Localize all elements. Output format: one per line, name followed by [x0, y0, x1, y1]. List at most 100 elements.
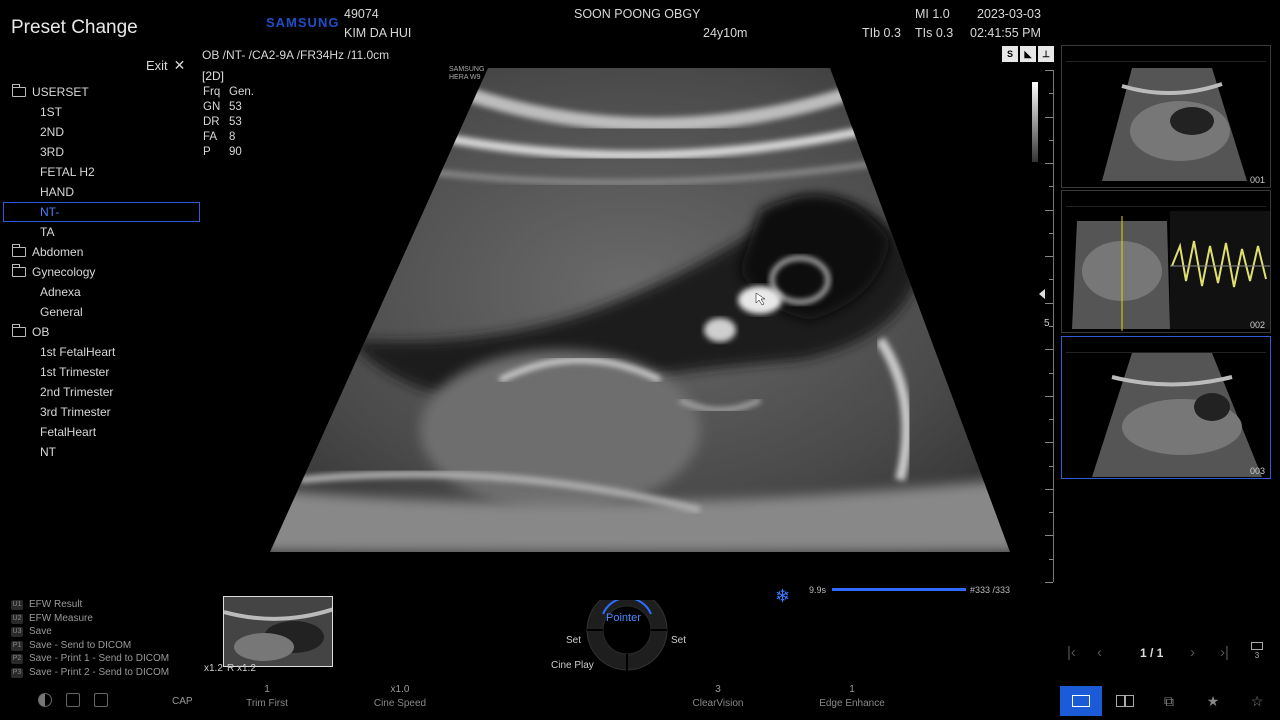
- preset-item[interactable]: 3RD: [0, 142, 200, 162]
- set-right-button[interactable]: Set: [671, 635, 686, 646]
- preset-item[interactable]: 1st FetalHeart: [0, 342, 200, 362]
- brightness-icon[interactable]: [38, 693, 52, 707]
- softkey-trim-first[interactable]: 1 Trim First: [222, 684, 312, 709]
- depth-tick: [1045, 163, 1053, 165]
- image-thumbnail[interactable]: 001: [1061, 45, 1271, 188]
- preset-label: HAND: [40, 185, 75, 199]
- depth-tick: [1049, 512, 1053, 514]
- softkey-value: 1: [264, 684, 270, 695]
- set-left-button[interactable]: Set: [566, 635, 581, 646]
- preset-item[interactable]: NT: [0, 442, 200, 462]
- thumbnail-header: [1066, 193, 1266, 207]
- first-page-icon[interactable]: |‹: [1067, 644, 1076, 661]
- exam-time: 02:41:55 PM: [970, 26, 1041, 40]
- preset-item[interactable]: FetalHeart: [0, 422, 200, 442]
- compare-button[interactable]: ⧉: [1148, 686, 1190, 716]
- dual-layout-icon: [1116, 695, 1134, 707]
- depth-tick: [1049, 139, 1053, 141]
- dual-layout-button[interactable]: [1104, 686, 1146, 716]
- shortcut-key: U3: [11, 627, 23, 637]
- probe-orientation-icon[interactable]: ◣: [1020, 46, 1036, 62]
- sonohar-icon[interactable]: S: [1002, 46, 1018, 62]
- next-page-icon[interactable]: ›: [1190, 644, 1195, 661]
- cine-progress-bar[interactable]: [832, 588, 966, 591]
- preset-folder[interactable]: Abdomen: [0, 242, 200, 262]
- network-icon[interactable]: [94, 693, 108, 707]
- preset-label: 2ND: [40, 125, 65, 139]
- shortcut-label: Save - Print 1 - Send to DICOM: [29, 653, 170, 664]
- preset-item[interactable]: HAND: [0, 182, 200, 202]
- patient-id: 49074: [344, 7, 379, 21]
- image-thumbnail[interactable]: 002: [1061, 190, 1271, 333]
- depth-tick: [1049, 372, 1053, 374]
- image-thumbnail[interactable]: 003: [1061, 336, 1271, 479]
- marker-icon[interactable]: ⊥: [1038, 46, 1054, 62]
- thumbnail-image: [1102, 68, 1247, 181]
- zoom-preview[interactable]: [223, 596, 333, 667]
- preset-folder[interactable]: Gynecology: [0, 262, 200, 282]
- shortcut-item: U3 Save: [11, 626, 169, 640]
- softkey-label: ClearVision: [692, 698, 744, 709]
- depth-tick: [1045, 209, 1053, 211]
- prev-page-icon[interactable]: ‹: [1097, 644, 1102, 661]
- softkey-label: Cine Speed: [373, 698, 427, 709]
- softkey-value: x1.0: [390, 684, 410, 695]
- single-layout-button[interactable]: [1060, 686, 1102, 716]
- softkey-edge-enhance[interactable]: 1 Edge Enhance: [807, 684, 897, 709]
- parameter-key: P: [203, 146, 211, 158]
- preset-item[interactable]: 1ST: [0, 102, 200, 122]
- shortcut-key: P3: [11, 667, 23, 678]
- exit-button[interactable]: Exit ✕: [146, 57, 185, 74]
- collapse-thumbnails-icon[interactable]: [1039, 289, 1045, 299]
- preset-panel: Preset Change Exit ✕ USERSET 1ST 2ND 3RD FETA…: [0, 0, 200, 720]
- image-count-icon[interactable]: 3: [1251, 642, 1263, 660]
- compare-icon: ⧉: [1164, 692, 1174, 709]
- preset-item[interactable]: TA: [0, 222, 200, 242]
- softkey-value: 3: [715, 684, 721, 695]
- preset-item[interactable]: 1st Trimester: [0, 362, 200, 382]
- preset-item[interactable]: FETAL H2: [0, 162, 200, 182]
- freeze-icon[interactable]: ❄: [775, 586, 790, 607]
- last-page-icon[interactable]: ›|: [1220, 644, 1229, 661]
- preset-item[interactable]: General: [0, 302, 200, 322]
- favorite-button[interactable]: ★: [1192, 686, 1234, 716]
- thumbnail-image: [1092, 353, 1262, 477]
- parameter-value: 53: [229, 116, 242, 128]
- depth-tick: [1049, 93, 1053, 95]
- preset-folder[interactable]: OB: [0, 322, 200, 342]
- preset-item[interactable]: Adnexa: [0, 282, 200, 302]
- preset-label: NT: [40, 445, 56, 459]
- preset-item[interactable]: 3rd Trimester: [0, 402, 200, 422]
- layout-toolbar: ⧉ ★ ☆: [1060, 686, 1280, 720]
- softkey-clearvision[interactable]: 3 ClearVision: [673, 684, 763, 709]
- storage-icon[interactable]: [66, 693, 80, 707]
- shortcut-key: P1: [11, 640, 23, 651]
- depth-tick: [1045, 395, 1053, 397]
- shortcut-list: U1 EFW Result U2 EFW Measure U3 Save P1 Save - …: [11, 599, 169, 680]
- preset-folder[interactable]: USERSET: [0, 82, 200, 102]
- single-layout-icon: [1072, 695, 1090, 707]
- preset-label: 1st Trimester: [40, 365, 110, 379]
- softkey-cine-speed[interactable]: x1.0 Cine Speed: [355, 684, 445, 709]
- preset-item[interactable]: 2nd Trimester: [0, 382, 200, 402]
- parameter-value: Gen.: [229, 86, 254, 98]
- cine-play-button[interactable]: Cine Play: [551, 660, 594, 671]
- preset-item[interactable]: NT-: [3, 202, 200, 222]
- favorite-list-button[interactable]: ☆: [1236, 686, 1278, 716]
- shortcut-label: EFW Result: [29, 599, 83, 610]
- close-icon: ✕: [173, 57, 186, 73]
- preset-label: 1ST: [40, 105, 63, 119]
- preset-label: TA: [40, 225, 55, 239]
- hospital-name: SOON POONG OBGY: [574, 7, 701, 21]
- folder-icon: [12, 84, 26, 97]
- ultrasound-image[interactable]: [200, 40, 1060, 590]
- preset-item[interactable]: 2ND: [0, 122, 200, 142]
- shortcut-label: Save: [29, 626, 52, 637]
- preset-label: 3RD: [40, 145, 65, 159]
- thermal-index-soft: TIs 0.3: [915, 26, 954, 40]
- exam-date: 2023-03-03: [977, 7, 1041, 21]
- shortcut-item: P2 Save - Print 1 - Send to DICOM: [11, 653, 169, 667]
- depth-tick: [1045, 488, 1053, 490]
- parameter-row: DR 53: [203, 116, 254, 131]
- depth-tick: [1045, 70, 1053, 71]
